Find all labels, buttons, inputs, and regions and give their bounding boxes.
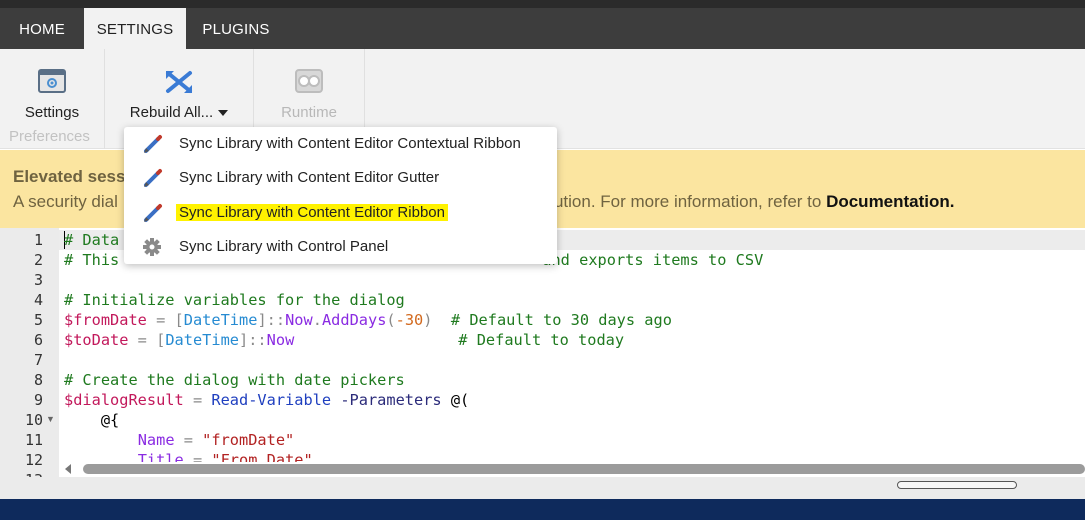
code-line-4: # Initialize variables for the dialog xyxy=(64,291,405,309)
line-number: 4 xyxy=(33,291,43,309)
tab-home[interactable]: HOME xyxy=(0,8,84,49)
rebuild-all-label: Rebuild All... xyxy=(105,104,253,121)
line-number: 2 xyxy=(33,251,43,269)
code-line-9: $dialogResult = Read-Variable -Parameter… xyxy=(64,391,470,409)
bottom-bar xyxy=(0,499,1085,520)
rebuild-icon xyxy=(164,69,194,100)
line-number: 1 xyxy=(33,231,43,249)
settings-label: Settings xyxy=(24,104,80,121)
fold-toggle-icon[interactable]: ▼ xyxy=(46,414,55,424)
resize-handle[interactable] xyxy=(897,481,1017,489)
line-number: 7 xyxy=(33,351,43,369)
top-strip xyxy=(0,0,1085,8)
code-line-5: $fromDate = [DateTime]::Now.AddDays(-30)… xyxy=(64,311,672,329)
line-number: 3 xyxy=(33,271,43,289)
banner-text-end: ecution. For more information, refer to … xyxy=(536,192,955,211)
scroll-left-icon[interactable] xyxy=(65,464,71,474)
pencil-icon xyxy=(142,203,164,223)
banner-title: Elevated sess xyxy=(13,167,126,186)
code-line-6: $toDate = [DateTime]::Now # Default to to… xyxy=(64,331,625,349)
menu-item-sync-control-panel[interactable]: Sync Library with Control Panel xyxy=(124,230,557,264)
rebuild-all-dropdown-menu: Sync Library with Content Editor Context… xyxy=(124,127,557,264)
rebuild-all-button[interactable]: Rebuild All... xyxy=(105,49,253,125)
line-number: 6 xyxy=(33,331,43,349)
editor-footer xyxy=(0,477,1085,499)
chevron-down-icon xyxy=(218,110,229,117)
banner-text-start: A security dial xyxy=(13,192,118,211)
line-number: 9 xyxy=(33,391,43,409)
settings-window-icon xyxy=(38,69,66,98)
pencil-icon xyxy=(142,168,164,188)
settings-button[interactable]: Settings xyxy=(0,49,104,121)
tab-settings[interactable]: SETTINGS xyxy=(84,8,186,49)
code-line-8: # Create the dialog with date pickers xyxy=(64,371,405,389)
line-number-gutter: 1 2 3 4 5 6 7 8 9 10 ▼ 11 12 13 xyxy=(0,228,59,478)
tab-plugins[interactable]: PLUGINS xyxy=(186,8,286,49)
menu-item-label: Sync Library with Control Panel xyxy=(179,238,389,255)
runtime-button[interactable]: Runtime xyxy=(254,49,364,125)
menu-item-sync-ribbon[interactable]: Sync Library with Content Editor Ribbon xyxy=(124,196,557,230)
line-number: 10 xyxy=(24,411,43,429)
runtime-label: Runtime xyxy=(281,104,337,121)
menu-item-label: Sync Library with Content Editor Gutter xyxy=(179,169,440,186)
gear-icon xyxy=(142,237,164,257)
scrollbar-thumb[interactable] xyxy=(83,464,1085,474)
preferences-group-label: Preferences xyxy=(9,128,90,145)
code-line-11: Name = "fromDate" xyxy=(137,431,295,449)
pencil-icon xyxy=(142,134,164,154)
menu-item-sync-contextual-ribbon[interactable]: Sync Library with Content Editor Context… xyxy=(124,127,557,161)
menu-item-label: Sync Library with Content Editor Ribbon xyxy=(176,204,448,221)
code-line-1: # Data xyxy=(64,231,120,249)
tab-bar: HOME SETTINGS PLUGINS xyxy=(0,8,1085,49)
horizontal-scrollbar[interactable] xyxy=(59,462,1085,476)
preferences-group: Settings Preferences xyxy=(0,49,104,149)
runtime-icon xyxy=(295,69,323,98)
code-line-10: @{ xyxy=(64,411,120,429)
line-number: 5 xyxy=(33,311,43,329)
line-number: 8 xyxy=(33,371,43,389)
menu-item-sync-gutter[interactable]: Sync Library with Content Editor Gutter xyxy=(124,161,557,195)
line-number: 12 xyxy=(24,451,43,469)
documentation-link[interactable]: Documentation. xyxy=(826,192,954,211)
script-editor[interactable]: 1 2 3 4 5 6 7 8 9 10 ▼ 11 12 13 # Data #… xyxy=(0,228,1085,478)
menu-item-label: Sync Library with Content Editor Context… xyxy=(179,135,521,152)
line-number: 11 xyxy=(24,431,43,449)
